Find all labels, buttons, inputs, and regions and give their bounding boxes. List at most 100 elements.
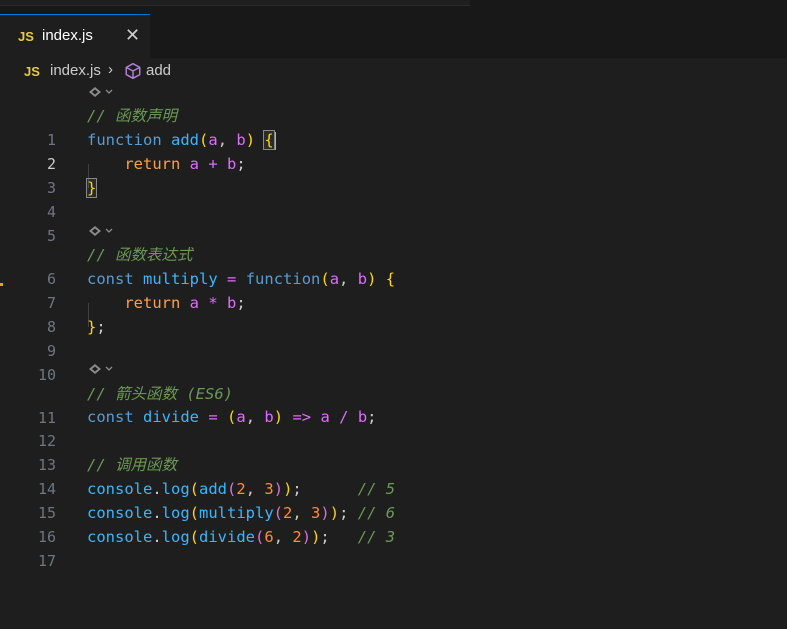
parameter: b: [357, 270, 368, 288]
keyword: const: [87, 270, 134, 288]
text-cursor: [273, 131, 276, 150]
code-line-11: 11 // 箭头函数 (ES6): [0, 382, 787, 427]
punctuation: ,: [245, 480, 265, 498]
variable-name: divide: [143, 408, 200, 426]
bracket: ): [273, 408, 284, 426]
parameter: b: [227, 155, 237, 173]
tab-bar: JS index.js ✕: [0, 14, 787, 58]
code-line-1: 1 // 函数声明: [0, 104, 787, 149]
code-line-14: 14 // 调用函数: [0, 453, 787, 498]
code-line-15: 15 console.log(add(2, 3)); // 5: [0, 477, 787, 522]
bracket: ): [245, 131, 256, 149]
keyword: function: [87, 131, 162, 149]
js-file-icon: JS: [18, 29, 34, 44]
number: 3: [264, 480, 274, 498]
close-icon[interactable]: ✕: [125, 25, 140, 46]
number: 6: [264, 528, 274, 546]
code-line-7: 7 const multiply = function(a, b) {: [0, 267, 787, 312]
punctuation: ,: [273, 528, 293, 546]
punctuation: ;: [292, 480, 302, 498]
code-line-5: 5: [0, 200, 787, 245]
code-line-8: 8 return a * b;: [0, 291, 787, 336]
bracket: ): [329, 504, 340, 522]
chevron-right-icon: ›: [108, 61, 113, 78]
number: 2: [292, 528, 302, 546]
method-name: log: [161, 528, 190, 546]
function-name: add: [199, 480, 228, 498]
bracket: ): [273, 480, 284, 498]
keyword: function: [245, 270, 321, 288]
tab-index-js[interactable]: JS index.js ✕: [0, 14, 150, 58]
object: console: [87, 528, 153, 546]
keyword: const: [87, 408, 134, 426]
operator: *: [208, 294, 218, 312]
keyword: return: [124, 294, 181, 312]
symbol-method-icon: [124, 62, 142, 85]
code-line-2: 2 function add(a, b) {: [0, 128, 787, 173]
operator: =: [227, 270, 237, 288]
parameter: a: [320, 408, 330, 426]
object: console: [87, 504, 153, 522]
punctuation: ;: [367, 408, 377, 426]
operator: /: [339, 408, 349, 426]
punctuation: ,: [292, 504, 312, 522]
punctuation: ;: [339, 504, 349, 522]
object: console: [87, 480, 153, 498]
bracket: (: [227, 480, 237, 498]
code-line-4: 4 }: [0, 176, 787, 221]
number: 2: [283, 504, 293, 522]
parameter: a: [208, 131, 218, 149]
bracket: (: [189, 528, 200, 546]
bracket: ): [311, 528, 321, 546]
breadcrumb: JS index.js › add: [0, 58, 787, 84]
operator: +: [208, 155, 218, 173]
code-line-17: 17 console.log(divide(6, 2)); // 3: [0, 525, 787, 570]
breadcrumb-js-icon: JS: [24, 64, 40, 79]
operator: =: [208, 408, 218, 426]
punctuation: ,: [339, 270, 358, 288]
comment: // 函数声明: [87, 107, 177, 125]
bracket: (: [227, 408, 237, 426]
bracket: (: [199, 131, 209, 149]
code-editor[interactable]: 1 // 函数声明 2 function add(a, b) { 3 retur…: [0, 84, 787, 629]
code-line-3: 3 return a + b;: [0, 152, 787, 197]
punctuation: ;: [96, 318, 106, 336]
bracket: (: [189, 504, 200, 522]
parameter: b: [236, 131, 246, 149]
number: 3: [311, 504, 321, 522]
code-line-6: 6 // 函数表达式: [0, 243, 787, 288]
comment: // 箭头函数 (ES6): [87, 385, 233, 403]
function-name: add: [171, 131, 199, 149]
line-number: 17: [37, 552, 56, 570]
variable-name: multiply: [143, 270, 218, 288]
parameter: b: [227, 294, 237, 312]
punctuation: .: [152, 528, 162, 546]
breadcrumb-symbol[interactable]: add: [146, 62, 171, 79]
comment: // 调用函数: [87, 456, 177, 474]
method-name: log: [161, 504, 190, 522]
code-line-16: 16 console.log(multiply(2, 3)); // 6: [0, 501, 787, 546]
bracket: ): [283, 480, 293, 498]
matched-bracket: }: [85, 178, 98, 198]
function-name: divide: [199, 528, 256, 546]
code-line-9: 9 };: [0, 315, 787, 360]
number: 2: [236, 480, 246, 498]
punctuation: .: [152, 480, 162, 498]
parameter: a: [236, 408, 246, 426]
matched-bracket: {: [263, 130, 275, 150]
punctuation: ,: [217, 131, 237, 149]
code-line-13: 13: [0, 429, 787, 474]
punctuation: ;: [236, 155, 246, 173]
parameter: a: [189, 155, 200, 173]
title-strip-edge: [0, 0, 470, 6]
breadcrumb-file[interactable]: index.js: [50, 62, 101, 79]
tab-label: index.js: [42, 27, 93, 44]
title-strip: [0, 0, 787, 14]
comment: // 函数表达式: [87, 246, 193, 264]
